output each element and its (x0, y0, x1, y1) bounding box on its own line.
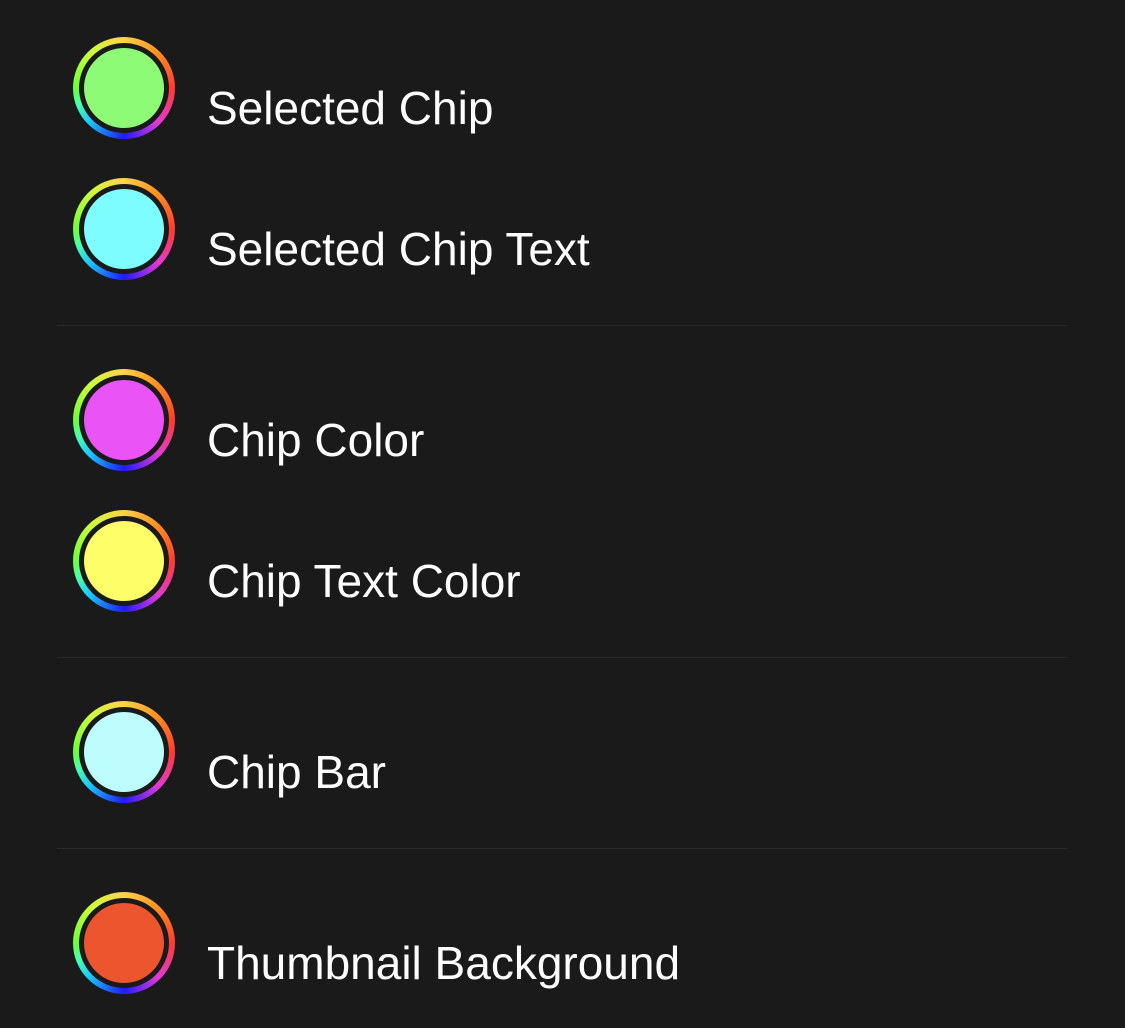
color-row-selected-chip-text[interactable]: Selected Chip Text (0, 141, 1125, 280)
color-row-label: Thumbnail Background (207, 937, 681, 989)
section-divider (57, 325, 1067, 326)
color-swatch (84, 521, 164, 601)
color-well-button[interactable] (73, 178, 175, 280)
color-row-chip-bar[interactable]: Chip Bar (0, 664, 1125, 803)
color-swatch (84, 189, 164, 269)
color-well-button[interactable] (73, 369, 175, 471)
color-row-label: Selected Chip Text (207, 223, 590, 275)
color-row-chip-color[interactable]: Chip Color (0, 332, 1125, 471)
color-well-ring-gap (79, 707, 169, 797)
color-row-label: Chip Color (207, 414, 425, 466)
section-divider (57, 848, 1067, 849)
color-well-button[interactable] (73, 510, 175, 612)
color-well-button[interactable] (73, 37, 175, 139)
color-well-ring-gap (79, 43, 169, 133)
section-divider (57, 657, 1067, 658)
color-row-selected-chip[interactable]: Selected Chip (0, 0, 1125, 139)
color-row-label: Chip Text Color (207, 555, 521, 607)
color-swatch (84, 712, 164, 792)
color-well-ring-gap (79, 516, 169, 606)
color-swatch (84, 903, 164, 983)
color-row-chip-text-color[interactable]: Chip Text Color (0, 473, 1125, 612)
color-row-label: Selected Chip (207, 82, 494, 134)
color-row-thumbnail-background[interactable]: Thumbnail Background (0, 855, 1125, 994)
color-well-ring-gap (79, 184, 169, 274)
color-well-ring-gap (79, 375, 169, 465)
color-well-button[interactable] (73, 892, 175, 994)
color-swatch (84, 380, 164, 460)
color-swatch (84, 48, 164, 128)
color-well-button[interactable] (73, 701, 175, 803)
color-well-ring-gap (79, 898, 169, 988)
color-row-label: Chip Bar (207, 746, 386, 798)
